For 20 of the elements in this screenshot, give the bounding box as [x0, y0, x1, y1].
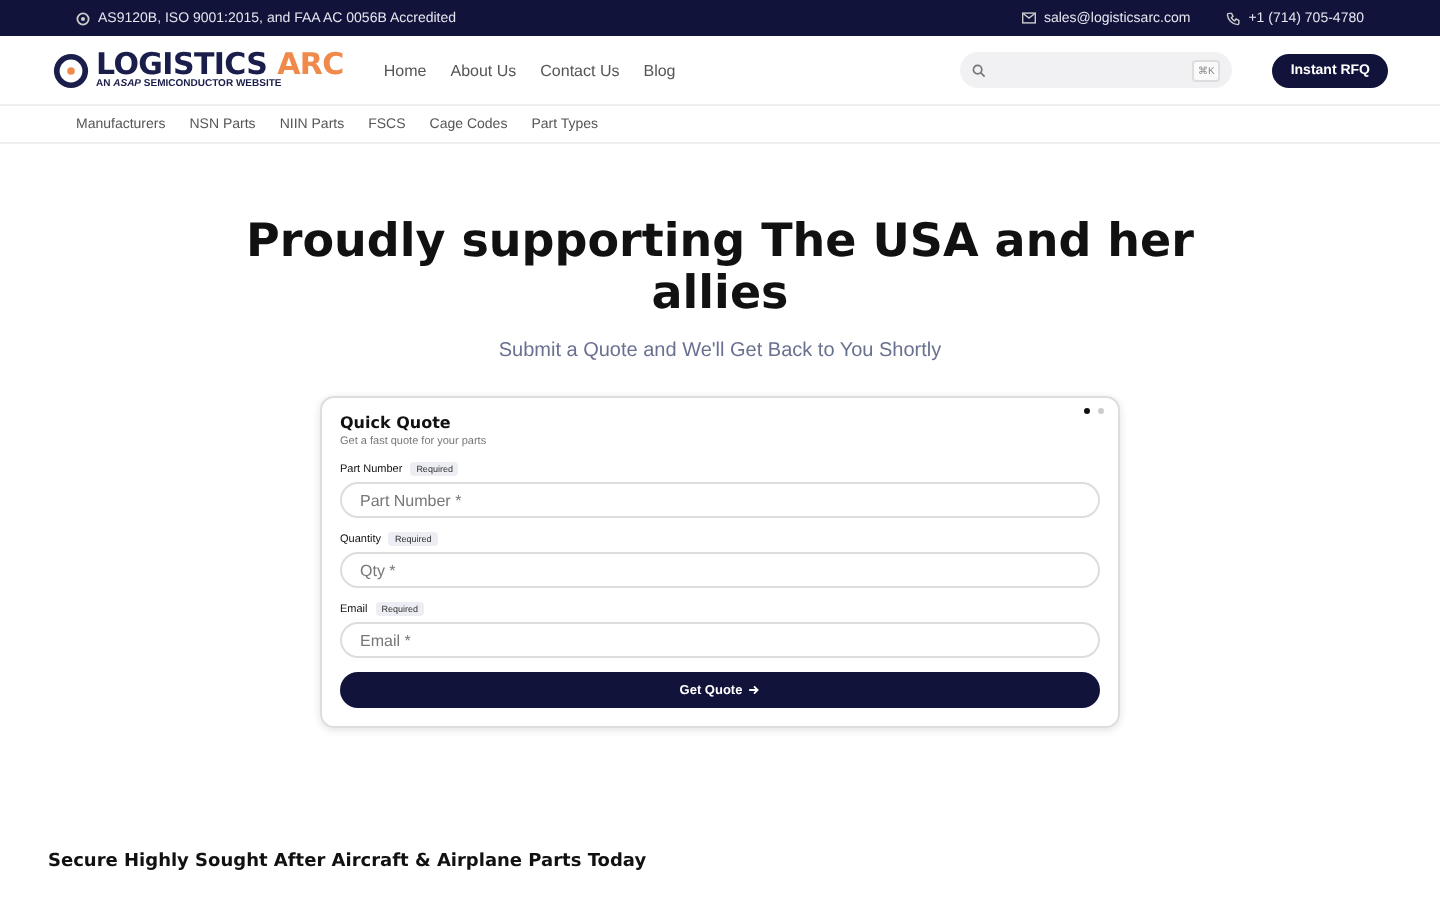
nav-link[interactable]: Home: [383, 61, 427, 79]
arrow-icon: [748, 684, 761, 696]
section-heading: Secure Highly Sought After Aircraft & Airplane Parts Today: [48, 852, 649, 872]
logo-wordmark: LOGISTICS ARC: [96, 50, 344, 78]
hero-title: Proudly supporting The USA and her allies: [244, 216, 1196, 320]
carousel-dot[interactable]: [1084, 408, 1090, 414]
logo-icon: [52, 51, 90, 89]
input-field[interactable]: Qty *: [340, 552, 1100, 588]
input-field[interactable]: Part Number *: [340, 482, 1100, 518]
nav-link[interactable]: About Us: [450, 61, 517, 79]
mail-icon: [1021, 12, 1036, 24]
input-field[interactable]: Email *: [340, 622, 1100, 658]
badge-icon: [76, 11, 90, 25]
search-icon: [972, 63, 987, 77]
card-title: Quick Quote: [340, 414, 453, 432]
nav-link[interactable]: Blog: [643, 61, 676, 79]
nav-link[interactable]: Contact Us: [540, 61, 620, 79]
carousel-dot[interactable]: [1098, 408, 1104, 414]
phone-icon: [1226, 11, 1241, 25]
hero-subtitle: Submit a Quote and We'll Get Back to You Shortly: [498, 340, 942, 362]
